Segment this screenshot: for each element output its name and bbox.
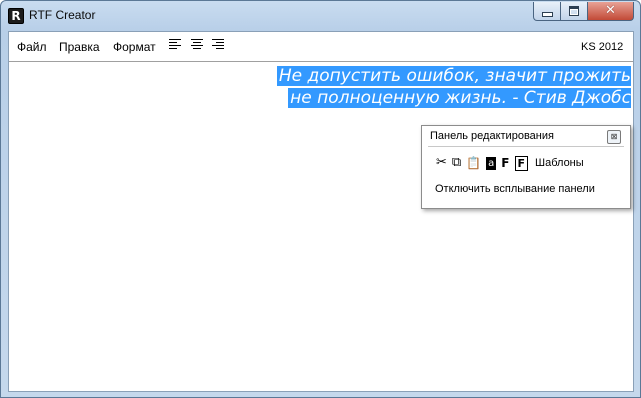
quote-line-1: Не допустить ошибок, значит прожить — [276, 66, 631, 86]
maximize-icon — [569, 6, 579, 16]
app-window: R RTF Creator ✕ Файл Правка Формат KS 20… — [0, 0, 641, 398]
minimize-icon — [541, 11, 553, 17]
selected-quote[interactable]: Не допустить ошибок, значит прожить не п… — [276, 65, 631, 109]
edit-panel: Панель редактирования ⊠ ✂ ⧉ 📋 a F F Шабл… — [421, 125, 631, 209]
align-left-icon[interactable] — [169, 39, 181, 52]
maximize-button[interactable] — [560, 2, 588, 21]
font-icon[interactable]: F — [501, 155, 509, 171]
document-editor[interactable]: Не допустить ошибок, значит прожить не п… — [9, 62, 633, 391]
paste-icon[interactable]: 📋 — [466, 155, 481, 171]
app-icon[interactable]: R — [8, 8, 24, 24]
edit-panel-title: Панель редактирования — [430, 130, 554, 142]
minimize-button[interactable] — [533, 2, 561, 21]
quote-line-2: не полноценную жизнь. - Стив Джобс — [288, 88, 631, 108]
font-settings-icon[interactable]: F — [514, 155, 529, 171]
align-center-icon[interactable] — [191, 39, 203, 52]
title-bar[interactable]: R RTF Creator ✕ — [1, 1, 640, 31]
close-button[interactable]: ✕ — [587, 2, 634, 21]
client-area: Файл Правка Формат KS 2012 Не допустить … — [8, 31, 634, 392]
templates-button[interactable]: Шаблоны — [535, 157, 584, 169]
panel-close-icon[interactable]: ⊠ — [607, 130, 621, 144]
disable-popup-link[interactable]: Отключить всплывание панели — [435, 183, 595, 195]
copy-icon[interactable]: ⧉ — [452, 155, 461, 171]
window-title: RTF Creator — [29, 8, 96, 22]
panel-divider — [428, 146, 624, 147]
align-right-icon[interactable] — [212, 39, 224, 52]
version-label: KS 2012 — [581, 41, 624, 53]
menu-file[interactable]: Файл — [17, 40, 47, 54]
menu-format[interactable]: Формат — [113, 40, 156, 54]
edit-toolbar: ✂ ⧉ 📋 a F F Шаблоны — [436, 154, 584, 172]
menu-edit[interactable]: Правка — [59, 40, 100, 54]
text-color-icon[interactable]: a — [486, 156, 497, 170]
menu-bar: Файл Правка Формат KS 2012 — [9, 32, 633, 62]
close-icon: ✕ — [605, 3, 616, 18]
cut-icon[interactable]: ✂ — [436, 155, 447, 171]
